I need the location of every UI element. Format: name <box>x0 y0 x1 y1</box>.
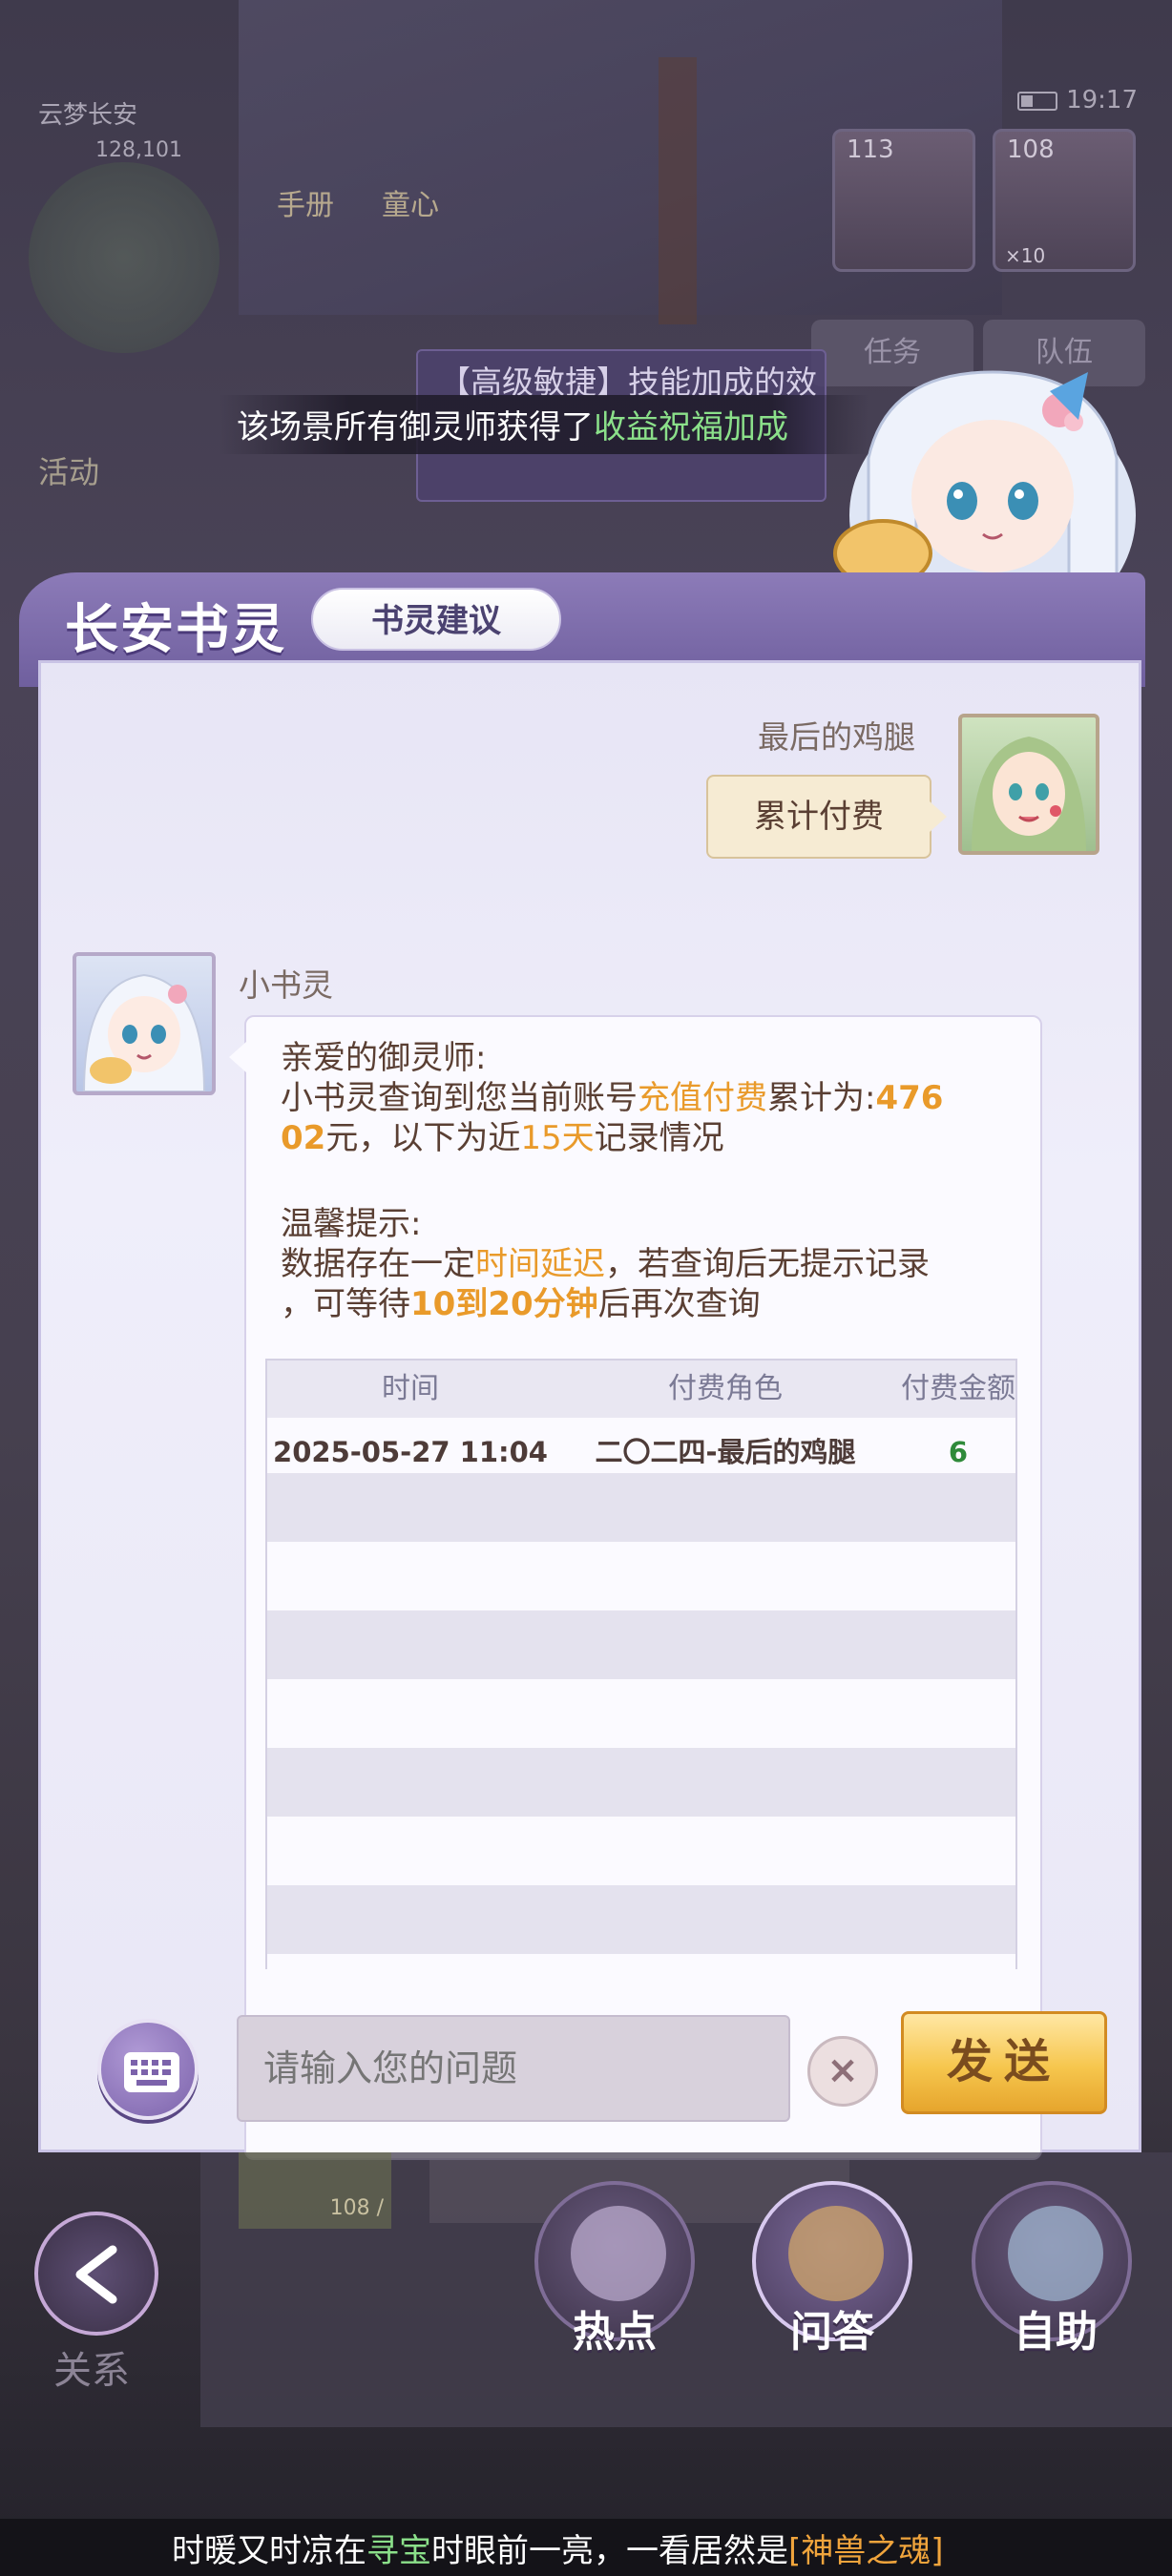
bot-tip-1-suffix: ，若查询后无提示记录 <box>605 1245 930 1283</box>
bot-line-1-highlight: 充值付费 <box>638 1079 767 1117</box>
bot-amount-part-1: 476 <box>875 1079 944 1117</box>
back-arrow-icon <box>75 2245 117 2304</box>
bot-avatar[interactable] <box>73 952 216 1095</box>
qa-icon <box>788 2206 884 2301</box>
broadcast-text: 该场景所有御灵师获得了收益祝福加成 <box>237 401 788 447</box>
tab-book-spirit-suggestions[interactable]: 书灵建议 <box>311 588 561 651</box>
party-portrait-1-level: 113 <box>847 135 894 164</box>
qa-label: 问答 <box>790 2308 874 2357</box>
bot-tip-title: 温馨提示: <box>281 1205 422 1243</box>
bot-avatar-art <box>82 973 206 1091</box>
party-portrait-2-count: ×10 <box>1005 244 1046 267</box>
childhood-label: 童心 <box>382 189 439 222</box>
header-time: 时间 <box>382 1372 439 1405</box>
close-icon: × <box>827 2048 859 2092</box>
hot-topics-icon <box>571 2206 666 2301</box>
user-avatar[interactable] <box>958 714 1099 855</box>
party-portrait-2[interactable]: 108 ×10 <box>993 129 1136 272</box>
bot-line-2-suffix: 记录情况 <box>594 1119 724 1157</box>
ticker-text: 时暖又时凉在寻宝时眼前一亮，一看居然是[神兽之魂] <box>172 2524 944 2571</box>
header-role: 付费角色 <box>668 1372 783 1405</box>
bot-line-2-text: 元，以下为近 <box>325 1119 521 1157</box>
broadcast-prefix: 该场景所有御灵师获得了 <box>237 408 594 447</box>
ticker-highlight-1: 寻宝 <box>366 2532 431 2570</box>
handbook-label: 手册 <box>277 189 334 222</box>
self-help-icon <box>1008 2206 1103 2301</box>
handbook-button[interactable]: 手册 <box>277 181 334 223</box>
relations-label: 关系 <box>53 2349 130 2393</box>
bot-line-1-suffix: 累计为: <box>767 1079 876 1117</box>
party-portrait-1[interactable]: 113 <box>832 129 975 272</box>
bot-tip-2-highlight: 10到20分钟 <box>410 1285 598 1323</box>
bot-tip-line-1: 数据存在一定时间延迟，若查询后无提示记录 <box>281 1244 930 1284</box>
bot-line-1-text: 小书灵查询到您当前账号 <box>281 1079 638 1117</box>
tiger-card[interactable]: 108 / <box>239 2152 391 2229</box>
bot-tip-1-text: 数据存在一定 <box>281 1245 475 1283</box>
bot-tip-2-text: ，可等待 <box>281 1285 410 1323</box>
bot-amount-part-2: 02 <box>281 1119 326 1157</box>
location-name: 云梦长安 <box>38 101 138 130</box>
battery-icon <box>1017 92 1057 111</box>
send-button[interactable]: 发送 <box>901 2011 1107 2114</box>
header-amount: 付费金额 <box>901 1372 1015 1405</box>
empty-row <box>267 1473 1015 1542</box>
bot-greeting: 亲爱的御灵师: <box>281 1039 487 1077</box>
bot-name: 小书灵 <box>239 966 333 1004</box>
user-avatar-art <box>972 737 1086 851</box>
clock: 19:17 <box>1066 86 1138 114</box>
keyboard-icon <box>124 2052 179 2092</box>
bot-tip-2-suffix: 后再次查询 <box>597 1285 761 1323</box>
location-coords: 128,101 <box>95 138 182 162</box>
self-help-label: 自助 <box>1014 2308 1098 2357</box>
bot-tip-line-2: ，可等待10到20分钟后再次查询 <box>281 1284 761 1324</box>
empty-row <box>267 1610 1015 1679</box>
background-pillar <box>659 57 697 324</box>
keyboard-toggle-button[interactable] <box>97 2019 199 2120</box>
bot-line-1: 小书灵查询到您当前账号充值付费累计为:476 <box>281 1078 943 1118</box>
bot-line-2-highlight: 15天 <box>520 1119 595 1157</box>
clear-input-button[interactable]: × <box>807 2036 878 2107</box>
relations-button[interactable] <box>34 2212 158 2336</box>
party-portrait-2-level: 108 <box>1007 135 1055 164</box>
table-header: 时间 付费角色 付费金额 <box>267 1361 1015 1418</box>
hot-topics-label: 热点 <box>573 2308 657 2357</box>
bot-line-2: 02元，以下为近15天记录情况 <box>281 1118 724 1158</box>
childhood-button[interactable]: 童心 <box>382 181 439 223</box>
empty-row <box>267 1748 1015 1817</box>
empty-row <box>267 1885 1015 1954</box>
ticker-highlight-2: [神兽之魂] <box>788 2532 944 2570</box>
user-name: 最后的鸡腿 <box>758 718 915 756</box>
broadcast-highlight: 收益祝福加成 <box>594 408 788 447</box>
question-input[interactable] <box>237 2015 790 2122</box>
ticker-part-2: 时眼前一亮，一看居然是 <box>431 2532 788 2570</box>
bot-tip-1-highlight: 时间延迟 <box>475 1245 605 1283</box>
minimap[interactable] <box>29 162 220 353</box>
user-message-bubble: 累计付费 <box>706 775 947 859</box>
activity-button[interactable]: 活动 <box>38 448 99 492</box>
ticker-part-1: 时暖又时凉在 <box>172 2532 366 2570</box>
panel-title: 长安书灵 <box>65 599 286 661</box>
payment-table[interactable]: 时间 付费角色 付费金额 2025-05-27 11:04 二〇二四-最后的鸡腿… <box>265 1359 1017 1969</box>
